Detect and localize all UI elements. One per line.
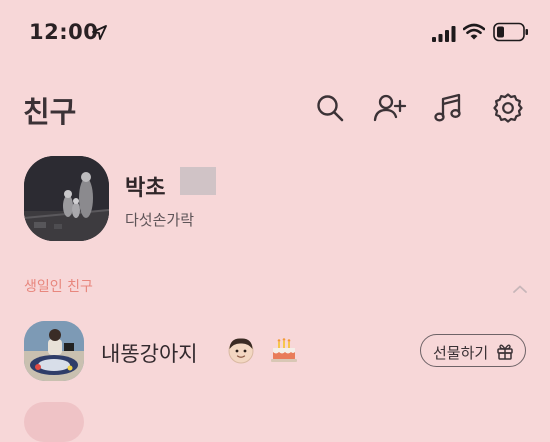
my-profile-row[interactable]: 박초 다섯손가락 [24, 156, 524, 244]
page-title: 친구 [23, 95, 77, 129]
gift-button-label: 선물하기 [433, 344, 489, 362]
gift-box-icon [496, 342, 514, 364]
add-friend-icon[interactable] [373, 92, 407, 124]
battery-icon [493, 22, 529, 46]
friends-header: 친구 [0, 86, 550, 132]
status-time: 12:00 [29, 20, 99, 44]
profile-avatar[interactable] [24, 156, 109, 241]
chevron-up-icon[interactable] [512, 279, 528, 298]
search-icon[interactable] [314, 92, 346, 124]
next-list-item-avatar[interactable] [24, 402, 84, 442]
send-gift-button[interactable]: 선물하기 [420, 334, 526, 367]
friend-avatar[interactable] [24, 321, 84, 381]
wifi-icon [462, 23, 486, 45]
settings-icon[interactable] [492, 92, 524, 124]
name-redaction-block [180, 167, 216, 195]
friend-name: 내똥강아지 [101, 342, 198, 366]
birthday-cake-icon [271, 338, 297, 366]
music-icon[interactable] [433, 92, 465, 124]
boy-face-emoji-icon [227, 336, 255, 368]
location-arrow-icon [92, 25, 107, 44]
profile-name: 박초 [125, 176, 166, 201]
status-bar: 12:00 [0, 0, 550, 68]
profile-status-message: 다섯손가락 [125, 211, 195, 229]
cellular-signal-icon [432, 26, 456, 46]
section-title: 생일인 친구 [24, 279, 93, 295]
birthday-section-header[interactable]: 생일인 친구 [24, 276, 528, 300]
list-item[interactable]: 내똥강아지 선물하기 [24, 321, 528, 385]
